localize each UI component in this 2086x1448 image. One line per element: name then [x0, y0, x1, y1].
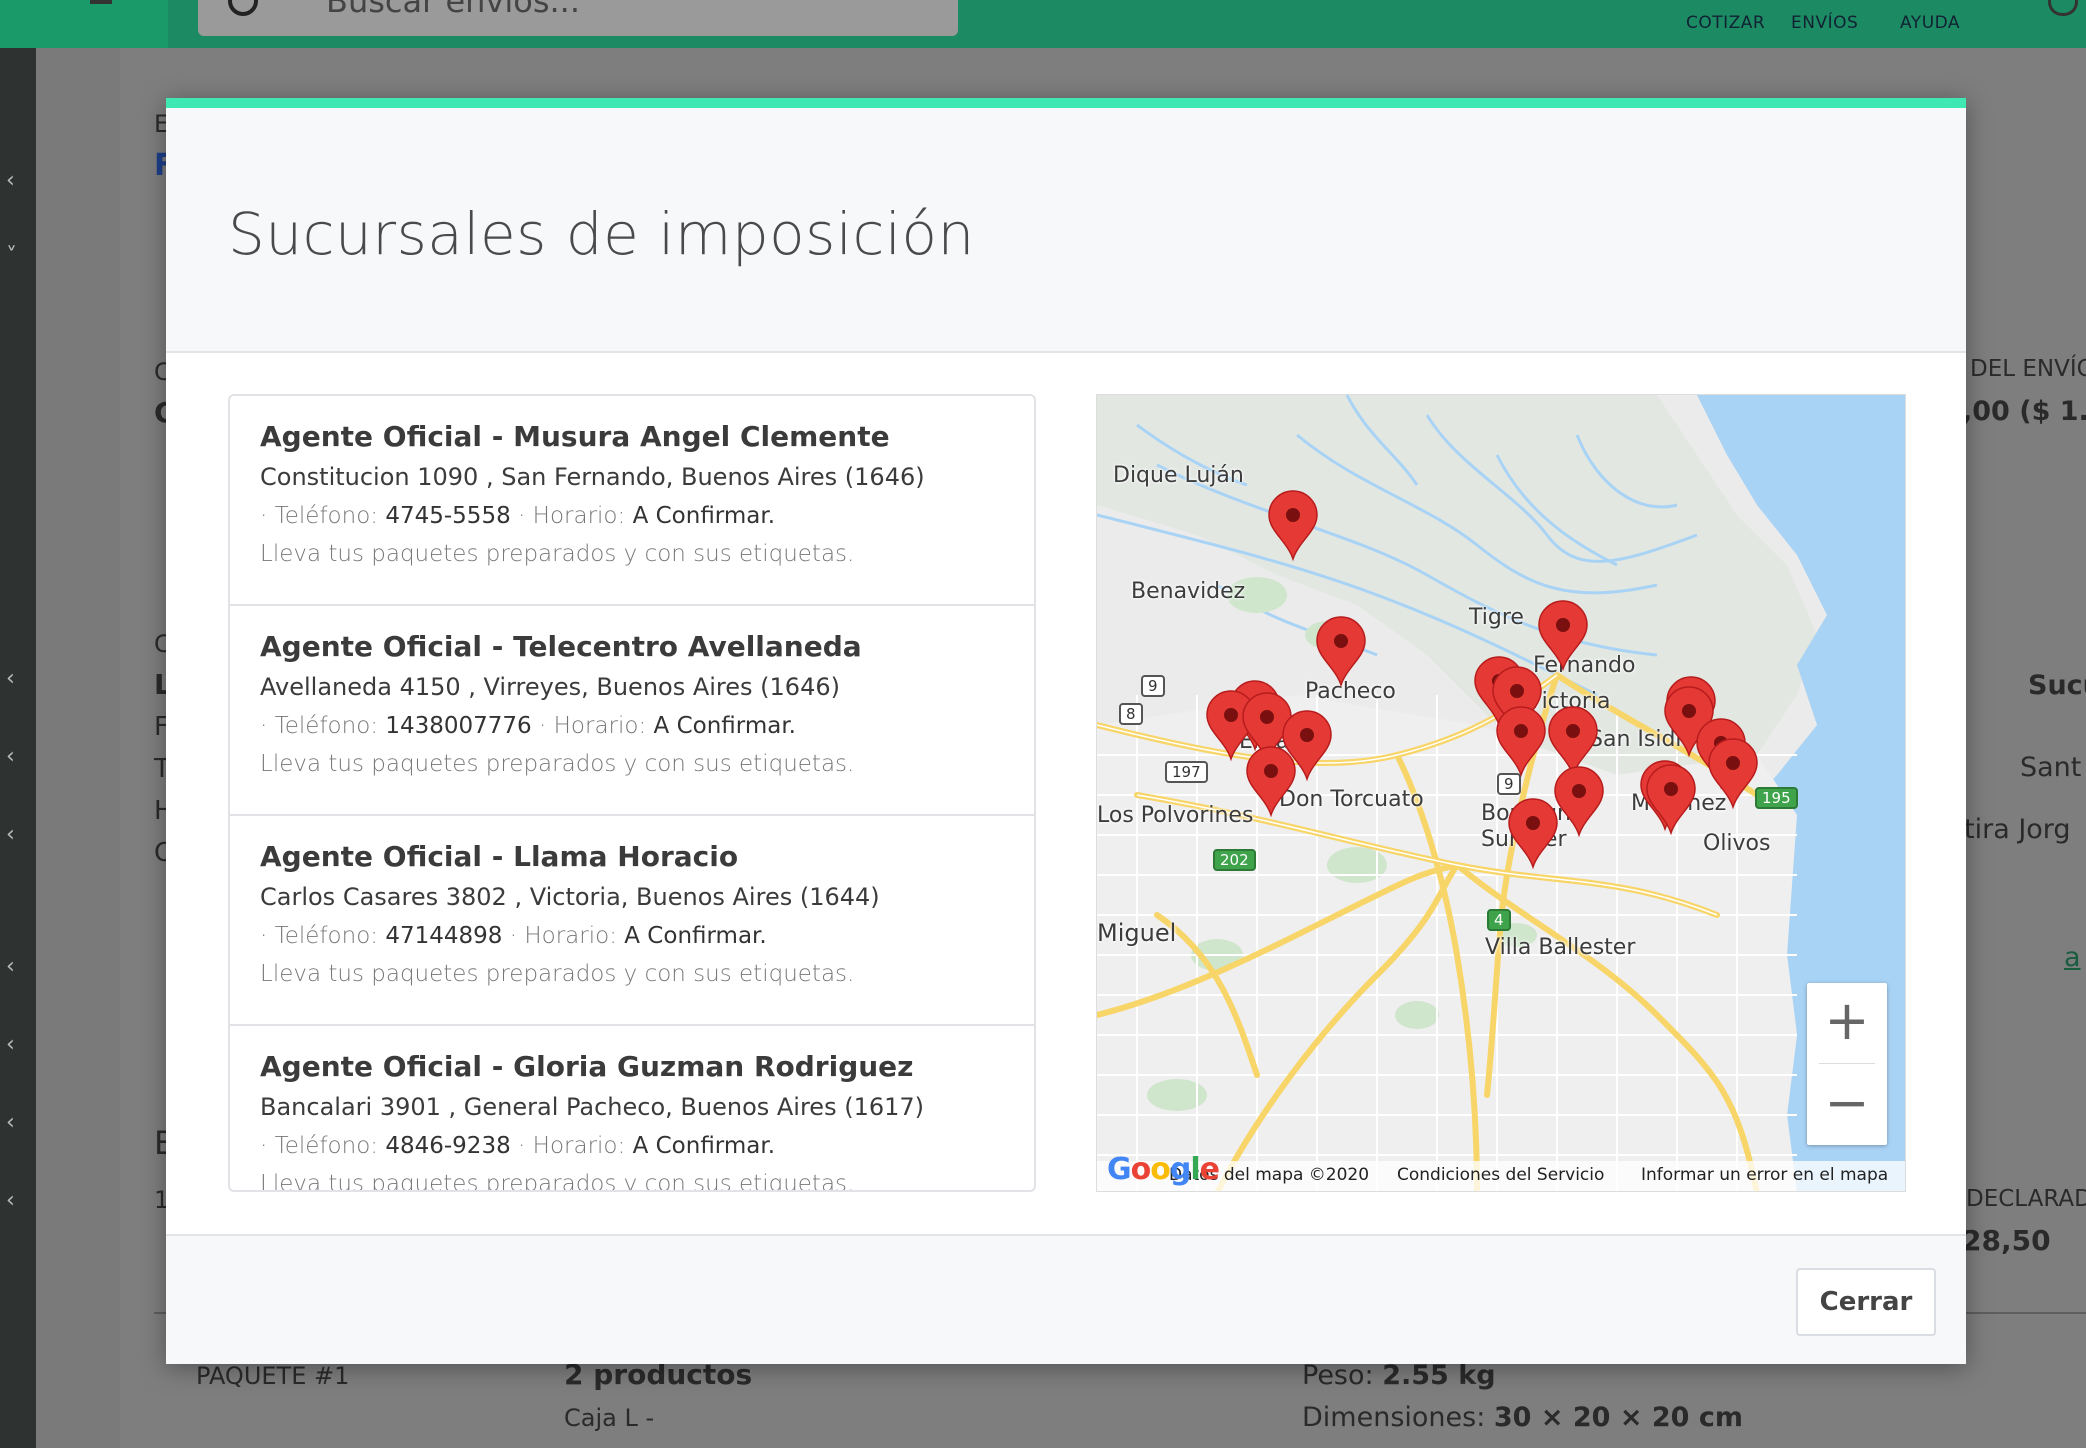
chevron-left-icon[interactable]: ‹ — [6, 1110, 15, 1135]
modal-header: Sucursales de imposición — [166, 108, 1966, 353]
map-report-link[interactable]: Informar un error en el mapa — [1641, 1165, 1888, 1185]
package-weight: Peso: 2.55 kg — [1302, 1360, 1496, 1391]
modal-accent-bar — [166, 98, 1966, 108]
branch-meta: · Teléfono: 4745-5558 · Horario: A Confi… — [260, 503, 776, 529]
zoom-control: + − — [1807, 983, 1887, 1145]
close-button[interactable]: Cerrar — [1796, 1268, 1936, 1336]
branch-name: Agente Oficial - Llama Horacio — [260, 840, 739, 873]
nav-cotizar[interactable]: COTIZAR — [1686, 13, 1765, 33]
branch-item[interactable]: Agente Oficial - Gloria Guzman Rodriguez… — [230, 1026, 1034, 1192]
chevron-left-icon[interactable]: ‹ — [6, 1032, 15, 1057]
modal-footer: Cerrar — [166, 1234, 1966, 1364]
zoom-separator — [1819, 1063, 1875, 1064]
bg-value-declarado: 28,50 — [1962, 1224, 2051, 1257]
map-pin[interactable] — [1554, 766, 1604, 838]
branch-address: Avellaneda 4150 , Virreyes, Buenos Aires… — [260, 673, 840, 701]
zoom-in-button[interactable]: + — [1807, 983, 1887, 1063]
branch-address: Constitucion 1090 , San Fernando, Buenos… — [260, 463, 925, 491]
search-input[interactable]: Buscar envios... — [198, 0, 958, 36]
branch-item[interactable]: Agente Oficial - Telecentro Avellaneda A… — [230, 606, 1034, 816]
package-label: PAQUETE #1 — [196, 1362, 350, 1390]
branches-map[interactable]: Dique Luján Benavidez Tigre Fernando Pac… — [1096, 394, 1906, 1192]
map-pin[interactable] — [1548, 706, 1598, 778]
branch-note: Lleva tus paquetes preparados y con sus … — [260, 1171, 855, 1192]
branch-phone: 1438007776 — [385, 713, 532, 739]
modal-title: Sucursales de imposición — [228, 200, 975, 268]
chevron-down-icon[interactable]: ˅ — [6, 244, 17, 269]
package-box: Caja L - — [564, 1404, 655, 1432]
branch-phone: 4846-9238 — [385, 1133, 511, 1159]
branch-address: Bancalari 3901 , General Pacheco, Buenos… — [260, 1093, 925, 1121]
branch-name: Agente Oficial - Telecentro Avellaneda — [260, 630, 862, 663]
bg-value-recipient: tira Jorg — [1964, 814, 2071, 845]
menu-button[interactable] — [0, 0, 168, 48]
branches-modal: Sucursales de imposición Agente Oficial … — [166, 98, 1966, 1364]
map-pin[interactable] — [1708, 738, 1758, 810]
branch-meta: · Teléfono: 1438007776 · Horario: A Conf… — [260, 713, 796, 739]
branch-phone: 47144898 — [385, 923, 503, 949]
bg-link[interactable]: a — [2064, 942, 2081, 973]
branch-note: Lleva tus paquetes preparados y con sus … — [260, 751, 855, 777]
gutter — [36, 48, 120, 1448]
search-icon — [228, 0, 258, 16]
left-rail: ‹ ˅ ‹ ‹ ‹ ‹ ‹ ‹ ‹ — [0, 48, 36, 1448]
map-terms-link[interactable]: Condiciones del Servicio — [1397, 1165, 1604, 1185]
map-pin[interactable] — [1508, 798, 1558, 870]
map-pin[interactable] — [1496, 706, 1546, 778]
branch-list[interactable]: Agente Oficial - Musura Angel Clemente C… — [228, 394, 1036, 1192]
branch-hours: A Confirmar. — [653, 713, 796, 739]
zoom-out-button[interactable]: − — [1807, 1065, 1887, 1145]
hamburger-icon — [90, 0, 112, 4]
bg-label-declarado: DECLARAD — [1966, 1186, 2086, 1212]
bell-icon[interactable] — [2048, 0, 2078, 16]
search-placeholder: Buscar envios... — [326, 0, 580, 20]
map-pin[interactable] — [1268, 490, 1318, 562]
chevron-left-icon[interactable]: ‹ — [6, 954, 15, 979]
map-pin[interactable] — [1246, 746, 1296, 818]
branch-item[interactable]: Agente Oficial - Llama Horacio Carlos Ca… — [230, 816, 1034, 1026]
bg-label-sucursal: Sucu — [2028, 670, 2086, 701]
map-pin[interactable] — [1538, 600, 1588, 672]
google-logo: Google — [1107, 1152, 1220, 1187]
chevron-left-icon[interactable]: ‹ — [6, 1188, 15, 1213]
chevron-left-icon[interactable]: ‹ — [6, 666, 15, 691]
branch-meta: · Teléfono: 47144898 · Horario: A Confir… — [260, 923, 767, 949]
map-pin[interactable] — [1316, 616, 1366, 688]
branch-note: Lleva tus paquetes preparados y con sus … — [260, 961, 855, 987]
chevron-left-icon[interactable]: ‹ — [6, 168, 15, 193]
branch-hours: A Confirmar. — [632, 503, 776, 529]
branch-name: Agente Oficial - Musura Angel Clemente — [260, 420, 890, 453]
branch-note: Lleva tus paquetes preparados y con sus … — [260, 541, 855, 567]
branch-meta: · Teléfono: 4846-9238 · Horario: A Confi… — [260, 1133, 776, 1159]
package-dimensions: Dimensiones: 30 × 20 × 20 cm — [1302, 1402, 1743, 1433]
bg-value-sucursal: Sant — [2020, 752, 2082, 783]
branch-name: Agente Oficial - Gloria Guzman Rodriguez — [260, 1050, 914, 1083]
branch-hours: A Confirmar. — [632, 1133, 776, 1159]
bg-label-envio: DEL ENVÍO — [1970, 356, 2086, 382]
branch-hours: A Confirmar. — [624, 923, 767, 949]
branch-item[interactable]: Agente Oficial - Musura Angel Clemente C… — [230, 396, 1034, 606]
top-bar: Buscar envios... COTIZAR ENVÍOS AYUDA — [0, 0, 2086, 48]
map-pin[interactable] — [1646, 764, 1696, 836]
bg-value-envio: ,00 ($ 1.4 — [1962, 396, 2086, 427]
chevron-left-icon[interactable]: ‹ — [6, 744, 15, 769]
branch-address: Carlos Casares 3802 , Victoria, Buenos A… — [260, 883, 880, 911]
chevron-left-icon[interactable]: ‹ — [6, 822, 15, 847]
map-pins — [1206, 490, 1758, 870]
branch-phone: 4745-5558 — [385, 503, 511, 529]
nav-envios[interactable]: ENVÍOS — [1791, 13, 1858, 33]
nav-ayuda[interactable]: AYUDA — [1900, 13, 1960, 33]
